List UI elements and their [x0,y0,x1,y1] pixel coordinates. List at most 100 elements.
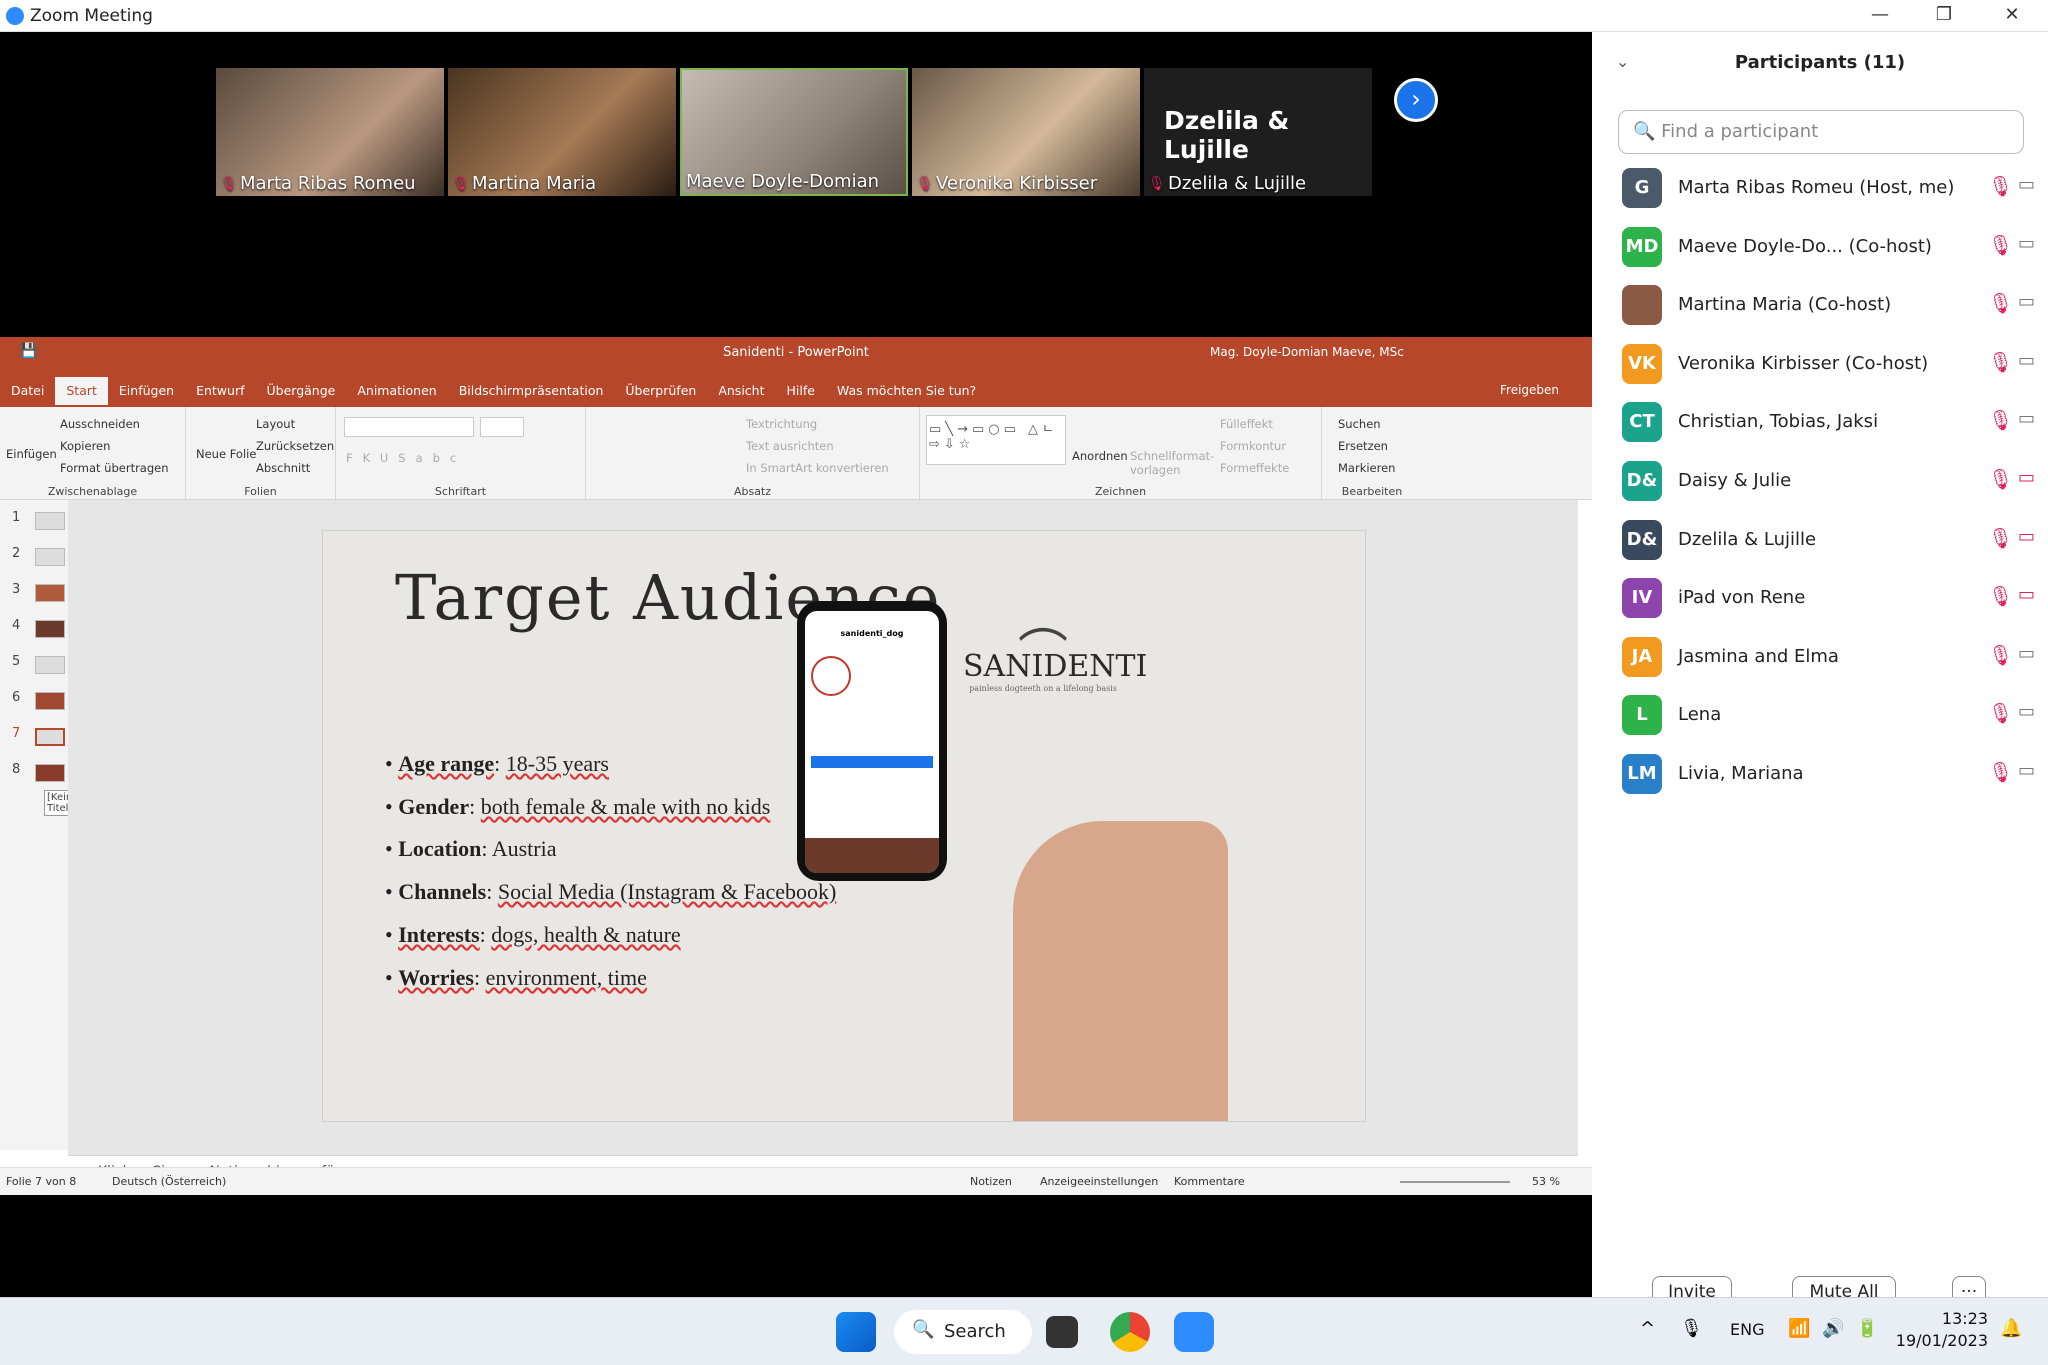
tab-hilfe[interactable]: Hilfe [775,377,825,405]
replace-button[interactable]: Ersetzen [1338,439,1388,453]
participant-row[interactable]: VK Veronika Kirbisser (Co-host) 🎙 ▭ [1622,343,2035,390]
format-painter-button[interactable]: Format übertragen [60,461,169,475]
slide-thumbnail[interactable] [35,764,65,782]
tab-ueberpruefen[interactable]: Überprüfen [614,377,707,405]
video-tile[interactable]: 🎙 Veronika Kirbisser [912,68,1140,196]
video-icon[interactable]: ▭ [2018,701,2035,722]
participant-row[interactable]: L Lena 🎙 ▭ [1622,695,2035,741]
video-off-icon[interactable]: ▭ [2018,467,2035,488]
shapes-gallery[interactable]: ▭╲→▭○▭ △ㄴ⇨⇩☆ [926,415,1066,465]
tab-start[interactable]: Start [55,377,108,405]
slide-thumbnail[interactable] [35,692,65,710]
participant-row[interactable]: CT Christian, Tobias, Jaksi 🎙 ▭ [1622,402,2035,448]
tab-uebergaenge[interactable]: Übergänge [256,377,347,405]
video-off-icon[interactable]: ▭ [2018,584,2035,605]
video-icon[interactable]: ▭ [2018,643,2035,664]
tell-me-field[interactable]: Was möchten Sie tun? [826,377,987,405]
slide-thumbnail[interactable] [35,512,65,530]
slide-thumbnail[interactable] [35,584,65,602]
participant-row[interactable]: G Marta Ribas Romeu (Host, me) 🎙 ▭ [1622,168,2035,214]
new-slide-button[interactable]: Neue Folie [196,447,256,461]
slide-thumbnail-active[interactable] [35,728,65,746]
quick-styles-button[interactable]: Schnellformat-vorlagen [1130,449,1214,477]
language-indicator[interactable]: ENG [1730,1320,1764,1339]
volume-icon[interactable]: 🔊 [1822,1318,1844,1339]
shape-fill-button[interactable]: Fülleffekt [1220,417,1273,431]
zoom-level[interactable]: 53 % [1532,1175,1560,1188]
mic-muted-icon[interactable]: 🎙 [1988,233,2013,257]
chevron-up-icon[interactable]: ^ [1640,1318,1655,1339]
video-icon[interactable]: ▭ [2018,760,2035,781]
task-view-icon[interactable] [1046,1316,1078,1348]
share-button[interactable]: Freigeben [1500,383,1559,397]
copy-button[interactable]: Kopieren [60,439,110,453]
smartart-button[interactable]: In SmartArt konvertieren [746,461,889,475]
maximize-button[interactable]: ❐ [1912,0,1976,32]
participant-row[interactable]: D& Daisy & Julie 🎙 ▭ [1622,461,2035,507]
mic-muted-icon[interactable]: 🎙 [1988,701,2013,725]
next-page-icon[interactable]: › [1394,78,1438,122]
participant-row[interactable]: JA Jasmina and Elma 🎙 ▭ [1622,636,2035,683]
zoom-icon[interactable] [1174,1312,1214,1352]
mic-muted-icon[interactable]: 🎙 [1988,408,2013,432]
video-tile-active[interactable]: Maeve Doyle-Domian [680,68,908,196]
microphone-icon[interactable]: 🎙 [1680,1318,1703,1339]
mic-muted-icon[interactable]: 🎙 [1988,526,2013,550]
tab-animationen[interactable]: Animationen [346,377,447,405]
video-icon[interactable]: ▭ [2018,408,2035,429]
video-icon[interactable]: ▭ [2018,350,2035,371]
find-button[interactable]: Suchen [1338,417,1381,431]
wifi-icon[interactable]: 📶 [1788,1318,1810,1339]
video-tile[interactable]: 🎙 Martina Maria [448,68,676,196]
tab-ansicht[interactable]: Ansicht [707,377,775,405]
select-button[interactable]: Markieren [1338,461,1395,475]
participant-search-input[interactable]: 🔍 Find a participant [1618,110,2024,154]
mic-muted-icon[interactable]: 🎙 [1988,291,2013,315]
slide-thumbnail[interactable] [35,548,65,566]
notes-toggle[interactable]: Notizen [970,1175,1012,1188]
font-size-field[interactable] [480,417,524,437]
video-off-icon[interactable]: ▭ [2018,526,2035,547]
video-icon[interactable]: ▭ [2018,233,2035,254]
taskbar-search[interactable]: 🔍 Search [894,1310,1032,1354]
tab-bildschirmpraesentation[interactable]: Bildschirmpräsentation [448,377,615,405]
display-settings[interactable]: Anzeigeeinstellungen [1040,1175,1158,1188]
tab-entwurf[interactable]: Entwurf [185,377,255,405]
chrome-icon[interactable] [1110,1312,1150,1352]
shape-effects-button[interactable]: Formeffekte [1220,461,1289,475]
video-tile[interactable]: Dzelila & Lujille 🎙 Dzelila & Lujille [1144,68,1372,196]
video-icon[interactable]: ▭ [2018,291,2035,312]
shape-outline-button[interactable]: Formkontur [1220,439,1286,453]
participant-row[interactable]: D& Dzelila & Lujille 🎙 ▭ [1622,519,2035,566]
battery-icon[interactable]: 🔋 [1856,1318,1878,1339]
zoom-slider[interactable] [1400,1181,1510,1183]
arrange-button[interactable]: Anordnen [1072,449,1128,463]
section-button[interactable]: Abschnitt [256,461,310,475]
slide-thumbnail[interactable] [35,656,65,674]
minimize-button[interactable]: — [1848,0,1912,32]
mic-muted-icon[interactable]: 🎙 [1988,350,2013,374]
windows-start-icon[interactable] [836,1312,876,1352]
mic-muted-icon[interactable]: 🎙 [1988,174,2013,198]
cut-button[interactable]: Ausschneiden [60,417,140,431]
layout-button[interactable]: Layout [256,417,295,431]
tab-einfuegen[interactable]: Einfügen [108,377,185,405]
participant-row[interactable]: LM Livia, Mariana 🎙 ▭ [1622,754,2035,800]
paste-button[interactable]: Einfügen [6,447,57,461]
system-clock[interactable]: 13:23 19/01/2023 [1888,1308,1988,1352]
mic-muted-icon[interactable]: 🎙 [1988,643,2013,667]
participant-row[interactable]: MD Maeve Doyle-Do... (Co-host) 🎙 ▭ [1622,226,2035,273]
video-icon[interactable]: ▭ [2018,174,2035,195]
mic-muted-icon[interactable]: 🎙 [1988,760,2013,784]
participant-row[interactable]: Martina Maria (Co-host) 🎙 ▭ [1622,285,2035,331]
language-indicator[interactable]: Deutsch (Österreich) [112,1175,226,1188]
tab-datei[interactable]: Datei [0,377,55,405]
slide-thumbnail[interactable] [35,620,65,638]
text-direction-button[interactable]: Textrichtung [746,417,817,431]
align-text-button[interactable]: Text ausrichten [746,439,834,453]
mic-muted-icon[interactable]: 🎙 [1988,584,2013,608]
font-family-field[interactable] [344,417,474,437]
participant-row[interactable]: IV iPad von Rene 🎙 ▭ [1622,578,2035,624]
mic-muted-icon[interactable]: 🎙 [1988,467,2013,491]
slide-canvas[interactable]: Target Audience • Age range: 18-35 years… [322,530,1366,1122]
